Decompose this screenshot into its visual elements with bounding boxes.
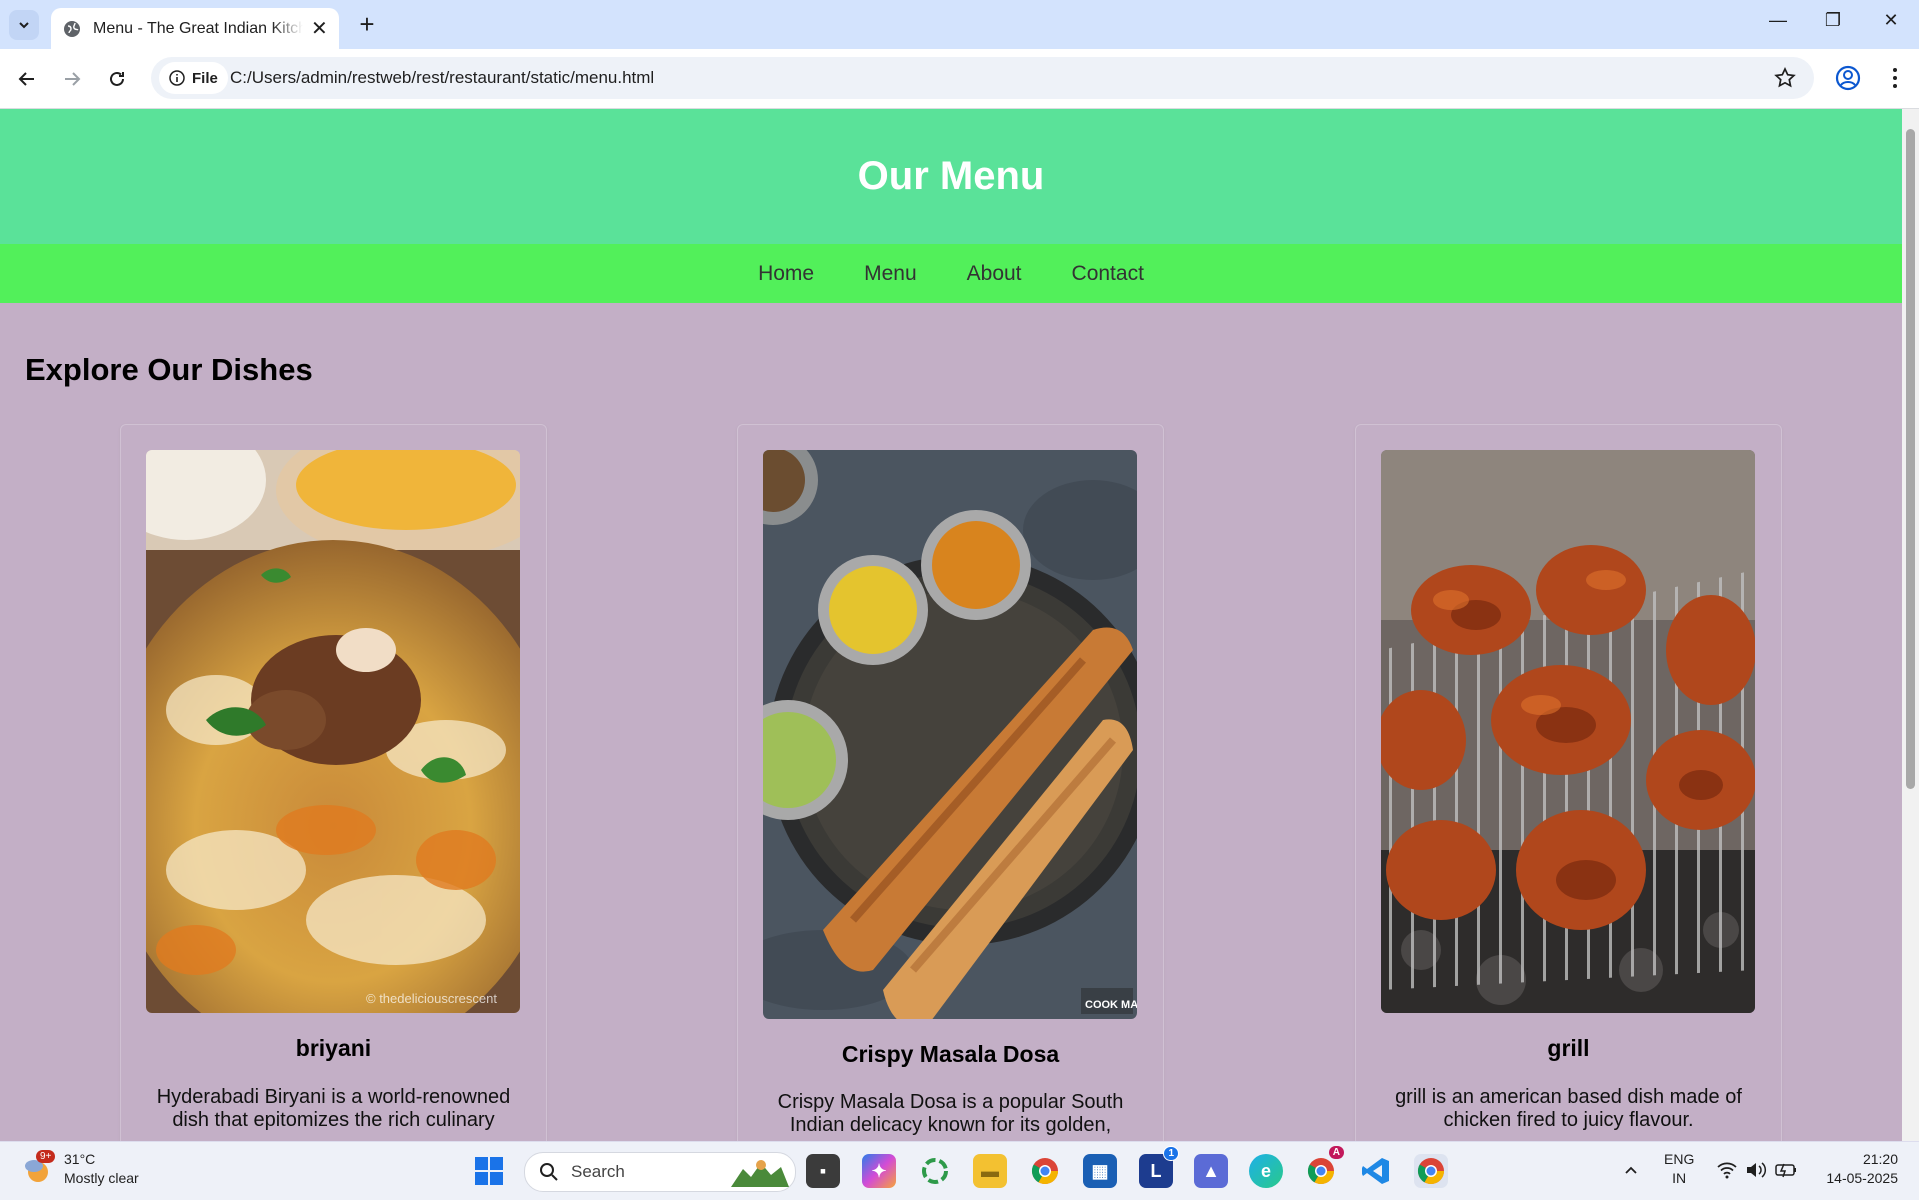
dish-name: briyani (295, 1035, 372, 1061)
info-icon (169, 70, 185, 86)
profile-icon[interactable] (1833, 63, 1863, 93)
globe-icon (64, 20, 80, 37)
dish-name: Crispy Masala Dosa (841, 1041, 1060, 1067)
arrow-right-icon (65, 72, 81, 86)
weather-badge: 9+ (36, 1150, 56, 1163)
active-tab[interactable]: Menu - The Great Indian Kitchen ✕ (51, 8, 339, 49)
reload-icon (110, 71, 124, 86)
clock[interactable]: 21:20 14-05-2025 (1818, 1150, 1898, 1188)
store-icon[interactable]: ▦ (1083, 1154, 1117, 1188)
chrome-profile-badge: A (1328, 1146, 1344, 1159)
edge-icon[interactable]: e (1249, 1154, 1283, 1188)
chrome-active-icon[interactable] (1414, 1154, 1448, 1188)
wifi-icon[interactable] (1716, 1160, 1738, 1180)
app-ring-icon[interactable] (918, 1154, 952, 1188)
taskbar: 9+ 31°C Mostly clear Search ▪ ✦ ▬ ▦ L 1 … (0, 1141, 1919, 1200)
new-tab-button[interactable]: + (352, 10, 382, 40)
chrome-profile-icon[interactable]: A (1304, 1146, 1344, 1188)
file-explorer-icon[interactable]: ▬ (973, 1154, 1007, 1188)
nav-link-menu[interactable]: Menu (864, 262, 917, 286)
page-scrollbar[interactable] (1902, 109, 1919, 1141)
dish-description: Crispy Masala Dosa is a popular South In… (777, 1091, 1124, 1136)
windows-start-icon[interactable] (474, 1156, 504, 1186)
site-info-chip[interactable]: File (159, 62, 228, 94)
browser-toolbar: File C:/Users/admin/restweb/rest/restaur… (0, 49, 1919, 109)
reload-button[interactable] (101, 63, 133, 95)
dish-name: grill (1547, 1035, 1590, 1061)
clock-time: 21:20 (1862, 1151, 1898, 1167)
close-tab-icon[interactable]: ✕ (311, 16, 328, 41)
page-title: Our Menu (857, 154, 1045, 198)
delta-app-icon[interactable]: ▲ (1194, 1154, 1228, 1188)
dish-card-grill: grill grill is an american based dish ma… (1355, 424, 1782, 1141)
back-button[interactable] (11, 63, 43, 95)
more-menu-icon[interactable] (1880, 63, 1910, 93)
restore-button[interactable]: ❐ (1813, 10, 1853, 40)
grill-image (1381, 450, 1755, 1013)
chevron-down-icon (19, 22, 29, 29)
dish-description: grill is an american based dish made of … (1395, 1086, 1742, 1131)
language-line1: ENG (1664, 1151, 1695, 1167)
section-title: Explore Our Dishes (25, 352, 313, 387)
url-text[interactable]: C:/Users/admin/restweb/rest/restaurant/s… (230, 68, 654, 88)
battery-icon[interactable] (1774, 1160, 1798, 1180)
arrow-left-icon (18, 72, 34, 86)
chevron-up-icon[interactable] (1623, 1162, 1639, 1178)
search-highlight-icon (731, 1160, 789, 1187)
vscode-icon[interactable] (1359, 1154, 1393, 1188)
site-nav: Home Menu About Contact (0, 244, 1902, 303)
l-app-badge: 1 (1163, 1146, 1179, 1161)
site-chip-label: File (192, 69, 218, 87)
dosa-image: COOK MANALI (763, 450, 1137, 1019)
close-window-button[interactable]: ✕ (1871, 10, 1911, 40)
dosa-watermark: COOK MANALI (1085, 999, 1137, 1011)
page-viewport: Our Menu Home Menu About Contact Explore… (0, 109, 1902, 1141)
briyani-watermark: © thedeliciouscrescent (366, 991, 497, 1006)
clock-date: 14-05-2025 (1826, 1170, 1898, 1186)
taskbar-search[interactable]: Search (524, 1152, 796, 1192)
nav-link-contact[interactable]: Contact (1072, 262, 1144, 286)
dish-card-briyani: © thedeliciouscrescent briyani Hyderabad… (120, 424, 547, 1141)
dish-description: Hyderabadi Biryani is a world-renowned d… (156, 1086, 511, 1131)
forward-button[interactable] (56, 63, 88, 95)
l-app-icon[interactable]: L 1 (1139, 1146, 1179, 1188)
nav-link-about[interactable]: About (967, 262, 1022, 286)
tab-search-button[interactable] (9, 10, 39, 40)
volume-icon[interactable] (1745, 1160, 1767, 1180)
weather-widget[interactable]: 9+ 31°C Mostly clear (22, 1150, 139, 1188)
minimize-button[interactable]: — (1758, 10, 1798, 40)
star-icon[interactable] (1774, 67, 1796, 89)
briyani-image: © thedeliciouscrescent (146, 450, 520, 1013)
chrome-icon[interactable] (1028, 1154, 1062, 1188)
task-view-icon[interactable]: ▪ (806, 1154, 840, 1188)
search-icon (540, 1163, 558, 1181)
weather-temp: 31°C (64, 1151, 96, 1167)
language-line2: IN (1672, 1170, 1687, 1186)
taskbar-search-label: Search (571, 1162, 625, 1181)
language-indicator[interactable]: ENG IN (1664, 1150, 1694, 1188)
copilot-icon[interactable]: ✦ (862, 1154, 896, 1188)
nav-link-home[interactable]: Home (758, 262, 814, 286)
dish-card-dosa: COOK MANALI Crispy Masala Dosa Crispy Ma… (737, 424, 1164, 1141)
address-bar[interactable]: File C:/Users/admin/restweb/rest/restaur… (151, 57, 1814, 99)
site-header: Our Menu (0, 109, 1902, 244)
tab-title: Menu - The Great Indian Kitchen (93, 19, 303, 37)
tab-strip: Menu - The Great Indian Kitchen ✕ + — ❐ … (0, 0, 1919, 49)
scrollbar-thumb[interactable] (1906, 129, 1915, 789)
weather-desc: Mostly clear (64, 1170, 139, 1186)
